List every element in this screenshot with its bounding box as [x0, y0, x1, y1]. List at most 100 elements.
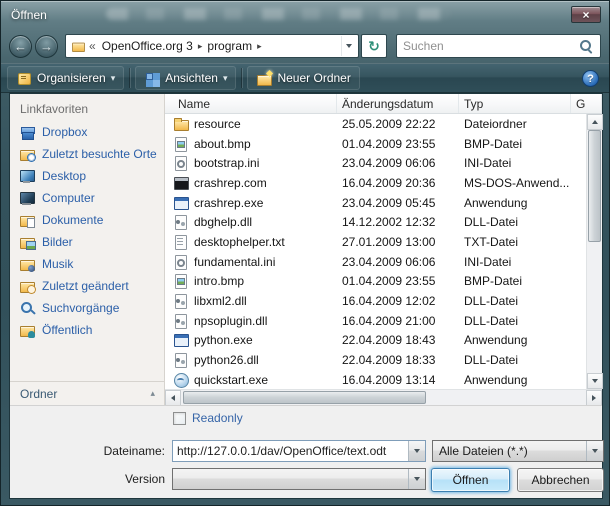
sidebar-item-zuletzt-geaendert[interactable]: Zuletzt geändert — [10, 275, 164, 297]
sidebar-item-desktop[interactable]: Desktop — [10, 165, 164, 187]
close-button[interactable]: × — [571, 6, 601, 23]
chevron-right-icon[interactable]: ▸ — [256, 41, 263, 52]
recent-changes-icon — [19, 279, 36, 294]
triangle-down-icon — [592, 379, 598, 383]
filename-input[interactable] — [173, 444, 408, 458]
file-row-python-exe[interactable]: python.exe22.04.2009 18:43Anwendung — [165, 331, 586, 351]
horizontal-scrollbar[interactable] — [165, 389, 602, 405]
views-button[interactable]: Ansichten ▾ — [135, 66, 236, 90]
file-row-bootstrap-ini[interactable]: bootstrap.ini23.04.2009 06:06INI-Datei — [165, 153, 586, 173]
file-name-cell: resource — [165, 116, 337, 132]
sidebar-item-zuletzt-besuchte-orte[interactable]: Zuletzt besuchte Orte — [10, 143, 164, 165]
dialog-content: Linkfavoriten DropboxZuletzt besuchte Or… — [9, 93, 603, 499]
file-type: INI-Datei — [459, 255, 571, 269]
filename-dropdown-button[interactable] — [408, 441, 425, 461]
address-history-dropdown[interactable] — [341, 36, 356, 56]
column-header-size[interactable]: G — [571, 94, 602, 113]
file-name: intro.bmp — [194, 274, 244, 288]
sidebar-item-dokumente[interactable]: Dokumente — [10, 209, 164, 231]
file-row-python26-dll[interactable]: python26.dll22.04.2009 18:33DLL-Datei — [165, 350, 586, 370]
sidebar-item-oeffentlich[interactable]: Öffentlich — [10, 319, 164, 341]
file-name: resource — [194, 117, 241, 131]
file-row-desktophelper-txt[interactable]: desktophelper.txt27.01.2009 13:00TXT-Dat… — [165, 232, 586, 252]
horizontal-scroll-track[interactable] — [181, 390, 586, 405]
scroll-down-button[interactable] — [587, 373, 603, 389]
file-row-quickstart-exe[interactable]: quickstart.exe16.04.2009 13:14Anwendung — [165, 370, 586, 389]
file-name: quickstart.exe — [194, 373, 268, 387]
open-dialog: Öffnen × ← → « OpenOffice.org 3 ▸ progra… — [0, 0, 610, 506]
file-name-cell: desktophelper.txt — [165, 234, 337, 250]
version-combobox[interactable] — [172, 468, 426, 490]
sidebar-item-label: Zuletzt geändert — [42, 279, 129, 293]
sidebar-item-suchvorgaenge[interactable]: Suchvorgänge — [10, 297, 164, 319]
new-folder-button[interactable]: Neuer Ordner — [247, 66, 359, 90]
breadcrumb-item-program[interactable]: program — [203, 37, 256, 55]
new-folder-label: Neuer Ordner — [277, 71, 350, 85]
filetype-dropdown-button[interactable] — [586, 441, 603, 461]
file-row-libxml2-dll[interactable]: libxml2.dll16.04.2009 12:02DLL-Datei — [165, 291, 586, 311]
back-button[interactable]: ← — [9, 35, 32, 58]
file-type: DLL-Datei — [459, 314, 571, 328]
file-name: libxml2.dll — [194, 294, 247, 308]
column-header-date[interactable]: Änderungsdatum — [337, 94, 459, 113]
breadcrumb-overflow-chevron[interactable]: « — [89, 39, 96, 53]
horizontal-scroll-thumb[interactable] — [183, 391, 426, 404]
forward-button[interactable]: → — [35, 35, 58, 58]
msdos-file-icon — [173, 175, 189, 191]
file-row-about-bmp[interactable]: about.bmp01.04.2009 23:55BMP-Datei — [165, 134, 586, 154]
sidebar-item-label: Musik — [42, 257, 73, 271]
chevron-down-icon — [414, 477, 420, 481]
vertical-scrollbar[interactable] — [586, 114, 602, 389]
scroll-left-button[interactable] — [165, 390, 181, 406]
sidebar-items: DropboxZuletzt besuchte OrteDesktopCompu… — [10, 121, 164, 341]
address-breadcrumb[interactable]: « OpenOffice.org 3 ▸ program ▸ — [65, 34, 359, 58]
file-type: Anwendung — [459, 373, 571, 387]
command-toolbar: Organisieren ▾ Ansichten ▾ Neuer Ordner … — [1, 63, 609, 93]
sidebar-item-dropbox[interactable]: Dropbox — [10, 121, 164, 143]
sidebar-item-musik[interactable]: Musik — [10, 253, 164, 275]
chevron-down-icon — [346, 44, 352, 48]
file-date: 16.04.2009 21:00 — [337, 314, 459, 328]
file-row-resource[interactable]: resource25.05.2009 22:22Dateiordner — [165, 114, 586, 134]
file-name-cell: bootstrap.ini — [165, 155, 337, 171]
file-row-crashrep-exe[interactable]: crashrep.exe23.04.2009 05:45Anwendung — [165, 193, 586, 213]
dialog-footer: Readonly Dateiname: Alle Dateien (*.*) V… — [10, 405, 602, 498]
titlebar[interactable]: Öffnen × — [1, 1, 609, 29]
dll-file-icon — [173, 214, 189, 230]
readonly-checkbox[interactable] — [173, 412, 186, 425]
file-row-crashrep-com[interactable]: crashrep.com16.04.2009 20:36MS-DOS-Anwen… — [165, 173, 586, 193]
file-date: 23.04.2009 06:06 — [337, 255, 459, 269]
sidebar-item-computer[interactable]: Computer — [10, 187, 164, 209]
readonly-option[interactable]: Readonly — [173, 411, 243, 425]
app-file-icon — [173, 195, 189, 211]
sidebar-item-bilder[interactable]: Bilder — [10, 231, 164, 253]
breadcrumb-item-openoffice-org-3[interactable]: OpenOffice.org 3 — [98, 37, 197, 55]
vertical-scroll-thumb[interactable] — [588, 130, 601, 242]
filename-combobox[interactable] — [172, 440, 426, 462]
sidebar-item-label: Öffentlich — [42, 323, 92, 337]
organize-icon — [16, 70, 32, 86]
version-dropdown-button[interactable] — [408, 469, 425, 489]
vertical-scroll-track[interactable] — [587, 130, 602, 373]
pictures-icon — [19, 235, 36, 250]
file-row-intro-bmp[interactable]: intro.bmp01.04.2009 23:55BMP-Datei — [165, 272, 586, 292]
column-header-name[interactable]: Name — [165, 94, 337, 113]
filetype-combobox[interactable]: Alle Dateien (*.*) — [432, 440, 604, 462]
help-button[interactable]: ? — [582, 70, 599, 87]
filetype-value: Alle Dateien (*.*) — [433, 444, 586, 458]
organize-button[interactable]: Organisieren ▾ — [7, 66, 124, 90]
scroll-right-button[interactable] — [586, 390, 602, 406]
file-row-fundamental-ini[interactable]: fundamental.ini23.04.2009 06:06INI-Datei — [165, 252, 586, 272]
file-name-cell: intro.bmp — [165, 273, 337, 289]
dropbox-icon — [19, 125, 36, 140]
refresh-button[interactable]: ↻ — [361, 34, 387, 58]
cancel-button[interactable]: Abbrechen — [517, 468, 604, 492]
scroll-up-button[interactable] — [587, 114, 603, 130]
open-button[interactable]: Öffnen — [431, 468, 510, 492]
file-row-dbghelp-dll[interactable]: dbghelp.dll14.12.2002 12:32DLL-Datei — [165, 212, 586, 232]
folders-expander[interactable]: Ordner ▴ — [10, 381, 164, 405]
file-row-npsoplugin-dll[interactable]: npsoplugin.dll16.04.2009 21:00DLL-Datei — [165, 311, 586, 331]
search-input[interactable] — [397, 39, 579, 53]
column-header-type[interactable]: Typ — [459, 94, 571, 113]
search-box[interactable] — [396, 34, 601, 58]
